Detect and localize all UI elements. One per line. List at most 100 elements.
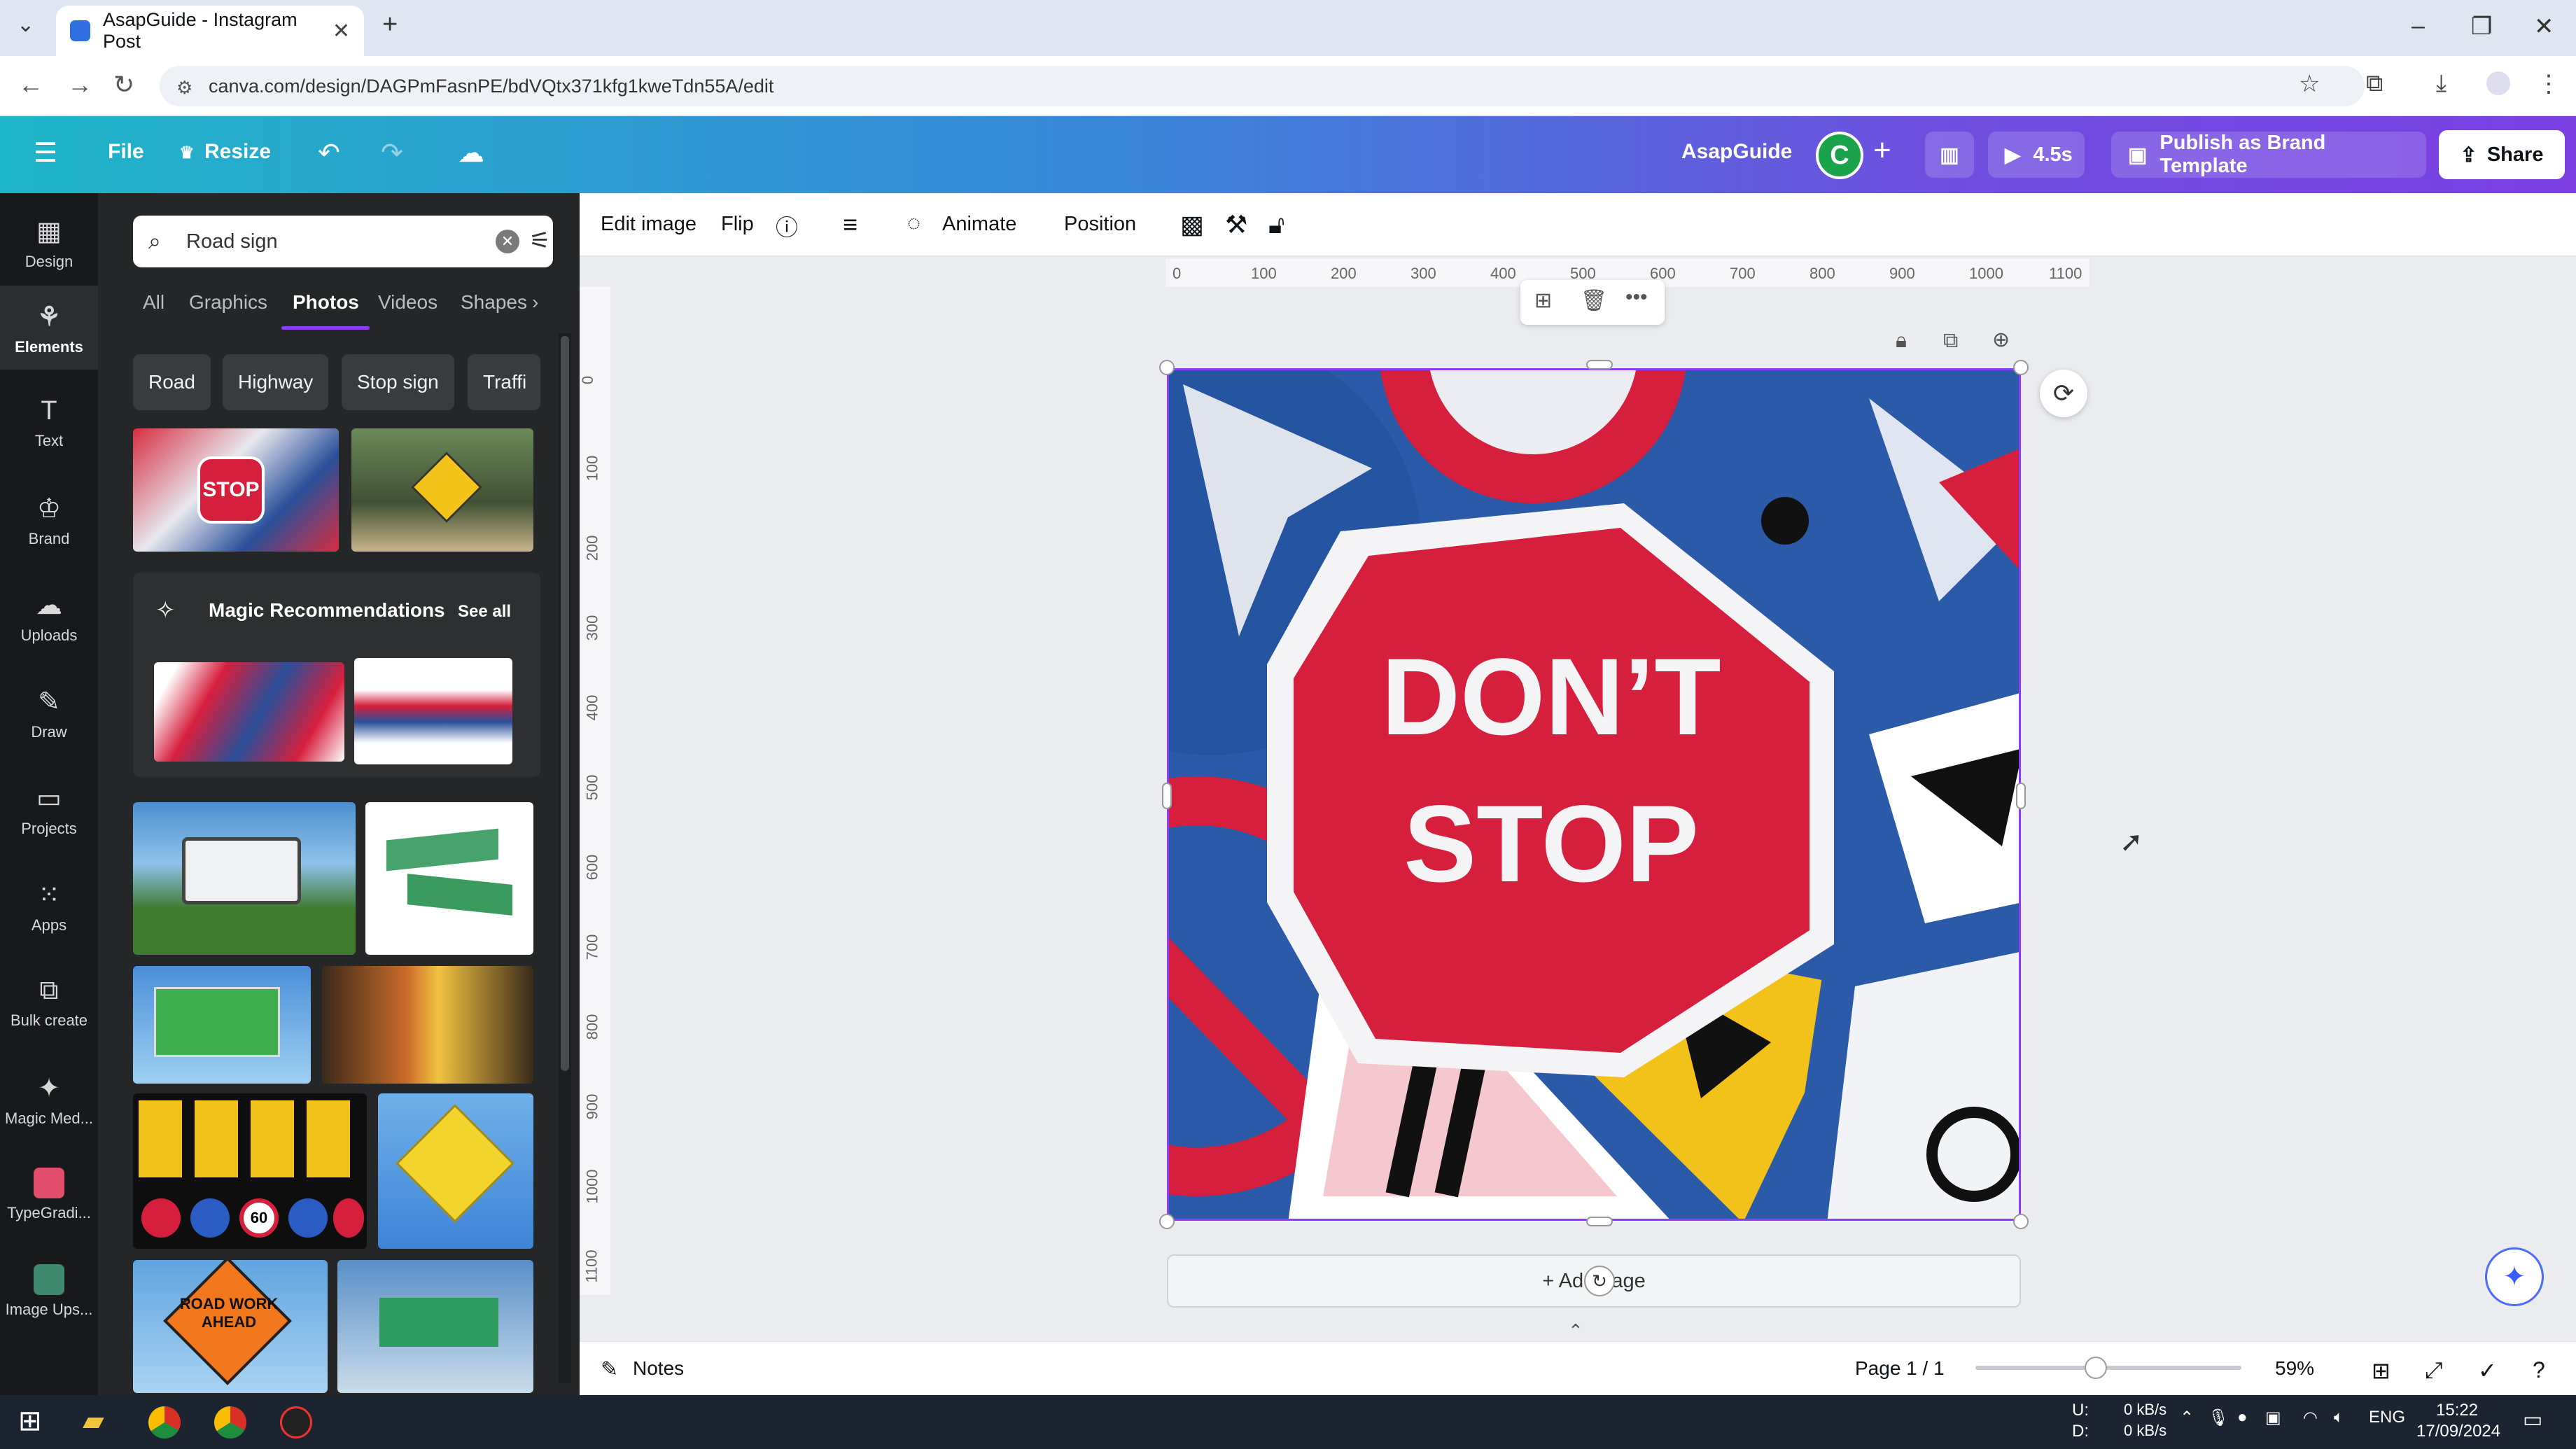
photo-thumb[interactable]: ROAD WORK AHEAD — [133, 1260, 328, 1393]
menu-dots-icon[interactable]: ⋮ — [2537, 70, 2561, 98]
rail-item-draw[interactable]: ✎ Draw — [0, 671, 98, 755]
recommendation-thumb[interactable] — [154, 662, 344, 762]
design-page[interactable]: DON’T STOP — [1167, 368, 2021, 1221]
new-tab-button[interactable]: + — [382, 10, 398, 40]
photo-thumb[interactable] — [133, 802, 356, 955]
delete-icon[interactable]: 🗑︎ — [1581, 288, 1607, 313]
page-duplicate-icon[interactable]: ⧉ — [1943, 329, 1958, 353]
zoom-slider-handle[interactable] — [2085, 1357, 2107, 1379]
rail-item-design[interactable]: ▦ Design — [0, 200, 98, 284]
tab-graphics[interactable]: Graphics — [189, 291, 267, 314]
undo-icon[interactable]: ↶ — [318, 137, 340, 169]
rail-item-image-upscaler[interactable]: Image Ups... — [0, 1250, 98, 1334]
notes-icon[interactable]: ✎ — [601, 1357, 618, 1382]
record-status-icon[interactable]: ● — [2237, 1408, 2248, 1427]
site-info-icon[interactable]: ⚙ — [176, 77, 192, 99]
redo-icon[interactable]: ↷ — [381, 137, 403, 169]
photo-thumb[interactable]: 60 — [133, 1093, 367, 1249]
tab-photos[interactable]: Photos — [293, 291, 359, 314]
back-icon[interactable]: ← — [18, 70, 43, 99]
resize-handle-top-right[interactable] — [2013, 360, 2029, 375]
user-avatar[interactable]: C — [1816, 132, 1863, 179]
minimize-icon[interactable]: – — [2412, 13, 2425, 40]
info-icon[interactable]: ⓘ — [776, 210, 798, 242]
resize-handle-bottom-right[interactable] — [2013, 1214, 2029, 1229]
photo-thumb[interactable] — [337, 1260, 533, 1393]
chip-highway[interactable]: Highway — [223, 354, 329, 410]
tab-all[interactable]: All — [143, 291, 164, 314]
file-explorer-icon[interactable]: ▰ — [83, 1405, 104, 1437]
resize-handle-left[interactable] — [1162, 783, 1172, 809]
clock-date[interactable]: 17/09/2024 — [2416, 1422, 2500, 1441]
rail-item-brand[interactable]: ♔ Brand — [0, 477, 98, 561]
page-lock-icon[interactable]: 🔒︎ — [1896, 329, 1907, 353]
reload-icon[interactable]: ↻ — [113, 70, 134, 99]
tab-shapes[interactable]: Shapes — [461, 291, 533, 314]
download-icon[interactable]: ⤓ — [2436, 70, 2446, 97]
check-icon[interactable]: ✓ — [2478, 1357, 2497, 1384]
tab-search-icon[interactable]: ⌄ — [17, 13, 34, 37]
border-style-icon[interactable]: ≡ — [843, 210, 858, 239]
profile-avatar[interactable] — [2486, 71, 2510, 95]
wifi-icon[interactable]: ◠ — [2303, 1408, 2318, 1428]
tabs-next-icon[interactable]: › — [532, 291, 538, 314]
chip-stop-sign[interactable]: Stop sign — [342, 354, 454, 410]
zoom-value[interactable]: 59% — [2275, 1357, 2314, 1380]
rail-item-projects[interactable]: ▭ Projects — [0, 767, 98, 851]
resize-handle-bottom-left[interactable] — [1159, 1214, 1175, 1229]
lock-icon[interactable]: 🔓︎ — [1268, 210, 1284, 240]
notifications-icon[interactable]: ▭ — [2523, 1408, 2542, 1432]
rail-item-uploads[interactable]: ☁ Uploads — [0, 574, 98, 658]
photo-thumb[interactable] — [351, 428, 533, 552]
rotate-handle-icon[interactable]: ↻ — [1584, 1266, 1615, 1296]
close-window-icon[interactable]: ✕ — [2534, 13, 2554, 41]
photo-thumb[interactable]: STOP — [133, 428, 339, 552]
magic-assistant-button[interactable]: ✦ — [2485, 1247, 2544, 1306]
browser-tab[interactable]: AsapGuide - Instagram Post ✕ — [56, 6, 364, 56]
resize-menu[interactable]: Resize — [204, 140, 271, 164]
rail-item-text[interactable]: T Text — [0, 381, 98, 465]
resize-handle-top[interactable] — [1586, 360, 1613, 370]
resize-handle-right[interactable] — [2016, 783, 2026, 809]
tab-videos[interactable]: Videos — [378, 291, 438, 314]
clear-search-icon[interactable]: ✕ — [496, 230, 519, 253]
refresh-ai-icon[interactable]: ⟳ — [2040, 370, 2087, 417]
rail-item-apps[interactable]: ⁙ Apps — [0, 864, 98, 948]
copy-style-icon[interactable]: ⚒ — [1225, 210, 1247, 239]
panel-scrollbar[interactable] — [559, 333, 571, 1383]
microphone-icon[interactable]: 🎙︎ — [2208, 1408, 2229, 1428]
edit-image-button[interactable]: Edit image — [601, 213, 696, 236]
rail-item-typegradient[interactable]: TypeGradi... — [0, 1154, 98, 1238]
chrome-icon[interactable] — [148, 1406, 181, 1438]
zoom-slider-track[interactable] — [1975, 1366, 2241, 1370]
more-options-icon[interactable]: ••• — [1625, 286, 1648, 309]
volume-icon[interactable]: 🔈︎ — [2334, 1408, 2344, 1427]
url-field[interactable]: ⚙ canva.com/design/DAGPmFasnPE/bdVQtx371… — [160, 66, 2365, 106]
show-pages-chevron-icon[interactable]: ⌃ — [1568, 1320, 1583, 1342]
forward-icon[interactable]: → — [67, 70, 92, 99]
recorder-icon[interactable] — [280, 1406, 312, 1438]
publish-brand-template-button[interactable]: ▣ Publish as Brand Template — [2111, 132, 2426, 178]
restore-icon[interactable]: ❐ — [2471, 13, 2492, 41]
tray-overflow-icon[interactable]: ⌃ — [2180, 1408, 2194, 1428]
extensions-icon[interactable]: ⧉ — [2366, 70, 2383, 97]
photo-thumb[interactable] — [378, 1093, 533, 1249]
windows-start-icon[interactable]: ⊞ — [18, 1405, 42, 1437]
insights-button[interactable]: ▥ — [1925, 132, 1974, 178]
display-icon[interactable]: ▣ — [2265, 1408, 2281, 1428]
flip-button[interactable]: Flip — [721, 213, 754, 236]
tab-close-icon[interactable]: ✕ — [332, 19, 350, 43]
position-button[interactable]: Position — [1064, 213, 1136, 236]
transparency-icon[interactable]: ▩ — [1180, 210, 1204, 239]
page-add-icon[interactable]: ⊕ — [1992, 328, 2010, 352]
see-all-link[interactable]: See all — [458, 602, 511, 622]
team-name[interactable]: AsapGuide — [1681, 140, 1792, 164]
photo-thumb[interactable] — [322, 966, 533, 1084]
search-input[interactable]: ⌕ Road sign ✕ ⚟ — [133, 216, 553, 267]
clock-time[interactable]: 15:22 — [2436, 1401, 2478, 1420]
animate-button[interactable]: Animate — [942, 213, 1016, 236]
duplicate-icon[interactable]: ⊞ — [1534, 288, 1552, 313]
share-button[interactable]: ⇪ Share — [2439, 130, 2565, 179]
rail-item-magic-media[interactable]: ✦ Magic Med... — [0, 1057, 98, 1141]
scrollbar-thumb[interactable] — [561, 336, 569, 1071]
